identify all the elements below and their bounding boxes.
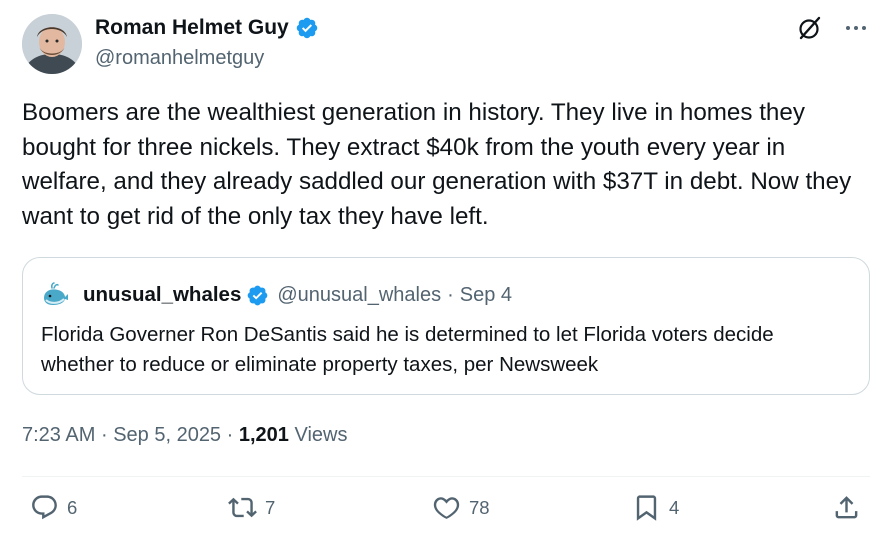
bookmark-count: 4 bbox=[669, 496, 680, 518]
reply-button[interactable]: 6 bbox=[30, 493, 77, 522]
like-count: 78 bbox=[469, 496, 490, 518]
reply-icon bbox=[32, 495, 57, 520]
grok-icon[interactable] bbox=[796, 14, 824, 42]
top-actions bbox=[796, 14, 870, 42]
tweet-text: Boomers are the wealthiest generation in… bbox=[22, 99, 852, 230]
divider bbox=[22, 476, 870, 477]
bookmark-button[interactable]: 4 bbox=[632, 493, 679, 522]
share-button[interactable] bbox=[832, 493, 861, 522]
whale-avatar-icon[interactable] bbox=[41, 280, 71, 310]
quoted-tweet[interactable]: unusual_whales @unusual_whales · Sep 4 F… bbox=[22, 257, 870, 395]
heart-icon bbox=[433, 497, 460, 519]
tweet-meta: 7:23 AM · Sep 5, 2025 · 1,201 Views bbox=[22, 424, 347, 447]
meta-separator: · bbox=[100, 424, 108, 446]
retweet-icon bbox=[228, 497, 257, 518]
quoted-author-handle[interactable]: @unusual_whales bbox=[277, 284, 441, 307]
avatar-image bbox=[22, 14, 82, 74]
quoted-author-name[interactable]: unusual_whales bbox=[83, 283, 241, 307]
views-count: 1,201 bbox=[238, 424, 289, 446]
author-handle[interactable]: @romanhelmetguy bbox=[95, 47, 264, 70]
quoted-verified-badge-icon bbox=[248, 285, 268, 305]
author-name-row[interactable]: Roman Helmet Guy bbox=[95, 16, 319, 40]
retweet-button[interactable]: 7 bbox=[228, 493, 275, 522]
tweet-time[interactable]: 7:23 AM bbox=[22, 424, 95, 446]
more-icon[interactable] bbox=[842, 14, 870, 42]
author-name[interactable]: Roman Helmet Guy bbox=[95, 16, 289, 40]
like-button[interactable]: 78 bbox=[432, 493, 490, 522]
reply-count: 6 bbox=[67, 496, 78, 518]
views-label: Views bbox=[294, 424, 348, 446]
quoted-tweet-header: unusual_whales @unusual_whales · Sep 4 bbox=[41, 280, 512, 310]
quoted-separator: · bbox=[447, 283, 454, 306]
meta-separator: · bbox=[226, 424, 234, 446]
share-icon bbox=[835, 496, 858, 519]
verified-badge-icon bbox=[296, 17, 317, 39]
bookmark-icon bbox=[636, 495, 657, 521]
quoted-date[interactable]: Sep 4 bbox=[460, 284, 512, 307]
tweet-date[interactable]: Sep 5, 2025 bbox=[113, 424, 221, 446]
retweet-count: 7 bbox=[265, 496, 276, 518]
author-avatar[interactable] bbox=[22, 14, 82, 74]
quoted-tweet-text: Florida Governer Ron DeSantis said he is… bbox=[41, 323, 774, 376]
action-bar: 6 7 78 4 bbox=[22, 493, 870, 537]
